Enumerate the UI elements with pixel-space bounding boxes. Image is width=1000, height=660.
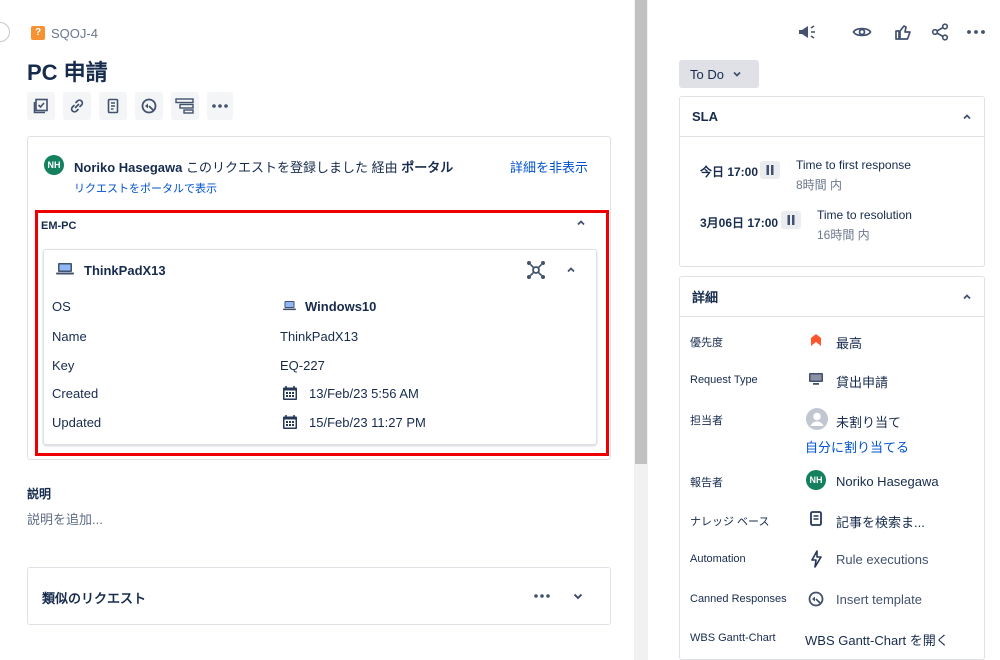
open-wbs-gantt-link[interactable]: WBS Gantt-Chart を開く bbox=[805, 630, 949, 649]
document-icon bbox=[107, 98, 119, 114]
assignee-value[interactable]: 未割り当て bbox=[836, 412, 901, 431]
wbs-gantt-label: WBS Gantt-Chart bbox=[690, 632, 776, 644]
vote-button[interactable] bbox=[894, 23, 912, 41]
lightning-icon bbox=[810, 550, 822, 568]
highlight-box bbox=[35, 210, 609, 456]
monitor-icon bbox=[808, 372, 824, 386]
pause-icon bbox=[760, 161, 780, 179]
canned-responses-value[interactable]: Insert template bbox=[836, 592, 922, 607]
similar-more-button[interactable] bbox=[534, 594, 550, 598]
sla-name: Time to resolution bbox=[817, 208, 912, 222]
chevron-down-icon bbox=[573, 593, 583, 600]
assignee-label: 担当者 bbox=[690, 415, 723, 427]
page-title[interactable]: PC 申請 bbox=[27, 55, 108, 87]
megaphone-icon bbox=[799, 25, 815, 39]
gantt-icon bbox=[175, 98, 194, 114]
sla-name: Time to first response bbox=[796, 158, 911, 172]
channel-name: ポータル bbox=[401, 160, 454, 175]
add-page-button[interactable] bbox=[99, 92, 127, 120]
watch-button[interactable] bbox=[852, 24, 872, 40]
issue-key-link[interactable]: SQOJ-4 bbox=[51, 26, 98, 41]
request-type-label: Request Type bbox=[690, 374, 758, 386]
sla-title: SLA bbox=[692, 109, 718, 124]
priority-highest-icon bbox=[810, 333, 822, 347]
status-label: To Do bbox=[690, 66, 724, 82]
collapse-handle[interactable] bbox=[0, 22, 10, 42]
automation-label: Automation bbox=[690, 553, 746, 565]
similar-requests-title: 類似のリクエスト bbox=[42, 591, 147, 606]
sla-remaining: 8時間 内 bbox=[796, 178, 843, 192]
sla-time: 3月06日 17:00 bbox=[700, 216, 779, 230]
activity-line: Noriko Hasegawa このリクエストを登録しました 経由 ポータル bbox=[74, 157, 453, 176]
checklist-icon bbox=[33, 98, 48, 114]
avatar: NH bbox=[44, 155, 64, 175]
more-actions-button[interactable] bbox=[207, 92, 233, 120]
link-icon bbox=[70, 99, 84, 113]
sla-time: 今日 17:00 bbox=[700, 165, 759, 179]
reporter-label: 報告者 bbox=[690, 477, 723, 489]
eye-icon bbox=[852, 27, 872, 37]
canned-responses-label: Canned Responses bbox=[690, 593, 787, 605]
issue-main-pane: ? SQOJ-4 PC 申請 NH Noriko Hasegawa このリクエス… bbox=[0, 0, 632, 660]
description-label: 説明 bbox=[27, 487, 52, 501]
user-avatar-icon bbox=[806, 408, 828, 430]
add-checklist-button[interactable] bbox=[27, 92, 55, 120]
description-placeholder[interactable]: 説明を追加... bbox=[27, 509, 103, 528]
more-actions-button[interactable] bbox=[967, 30, 985, 34]
knowledge-base-label: ナレッジ ベース bbox=[690, 516, 770, 528]
chevron-down-icon bbox=[733, 71, 741, 77]
reporter-name[interactable]: Noriko Hasegawa bbox=[74, 160, 182, 175]
gantt-button[interactable] bbox=[171, 92, 199, 120]
share-icon bbox=[931, 23, 949, 41]
request-type-value[interactable]: 貸出申請 bbox=[836, 372, 888, 391]
automation-value[interactable]: Rule executions bbox=[836, 552, 929, 567]
canned-response-icon bbox=[141, 98, 157, 114]
scrollbar-thumb[interactable] bbox=[635, 0, 647, 464]
feedback-button[interactable] bbox=[797, 23, 817, 41]
details-title: 詳細 bbox=[692, 290, 719, 305]
link-issue-button[interactable] bbox=[63, 92, 91, 120]
priority-value[interactable]: 最高 bbox=[836, 333, 862, 352]
pause-icon bbox=[781, 211, 801, 229]
canned-response-icon bbox=[807, 590, 825, 608]
share-button[interactable] bbox=[931, 23, 949, 41]
canned-responses-button[interactable] bbox=[135, 92, 163, 120]
chevron-up-icon bbox=[963, 293, 971, 299]
reporter-value[interactable]: Noriko Hasegawa bbox=[836, 474, 939, 489]
priority-label: 優先度 bbox=[690, 337, 723, 349]
knowledge-base-value[interactable]: 記事を検索ま... bbox=[836, 512, 925, 531]
more-icon bbox=[967, 30, 985, 34]
article-icon bbox=[810, 511, 822, 526]
view-in-portal-link[interactable]: リクエストをポータルで表示 bbox=[74, 180, 217, 196]
thumbs-up-icon bbox=[895, 25, 911, 40]
activity-action: このリクエストを登録しました 経由 bbox=[186, 160, 398, 175]
details-header[interactable]: 詳細 bbox=[680, 277, 984, 317]
avatar: NH bbox=[806, 470, 826, 490]
sla-remaining: 16時間 内 bbox=[817, 228, 870, 242]
assign-to-me-link[interactable]: 自分に割り当てる bbox=[805, 437, 909, 456]
expand-similar-button[interactable] bbox=[572, 590, 584, 602]
status-dropdown[interactable]: To Do bbox=[679, 60, 759, 88]
hide-details-link[interactable]: 詳細を非表示 bbox=[510, 157, 588, 176]
sla-header[interactable]: SLA bbox=[680, 97, 984, 137]
more-icon bbox=[212, 104, 228, 108]
chevron-up-icon bbox=[963, 113, 971, 119]
issue-type-icon: ? bbox=[31, 26, 45, 40]
more-icon bbox=[534, 594, 550, 598]
